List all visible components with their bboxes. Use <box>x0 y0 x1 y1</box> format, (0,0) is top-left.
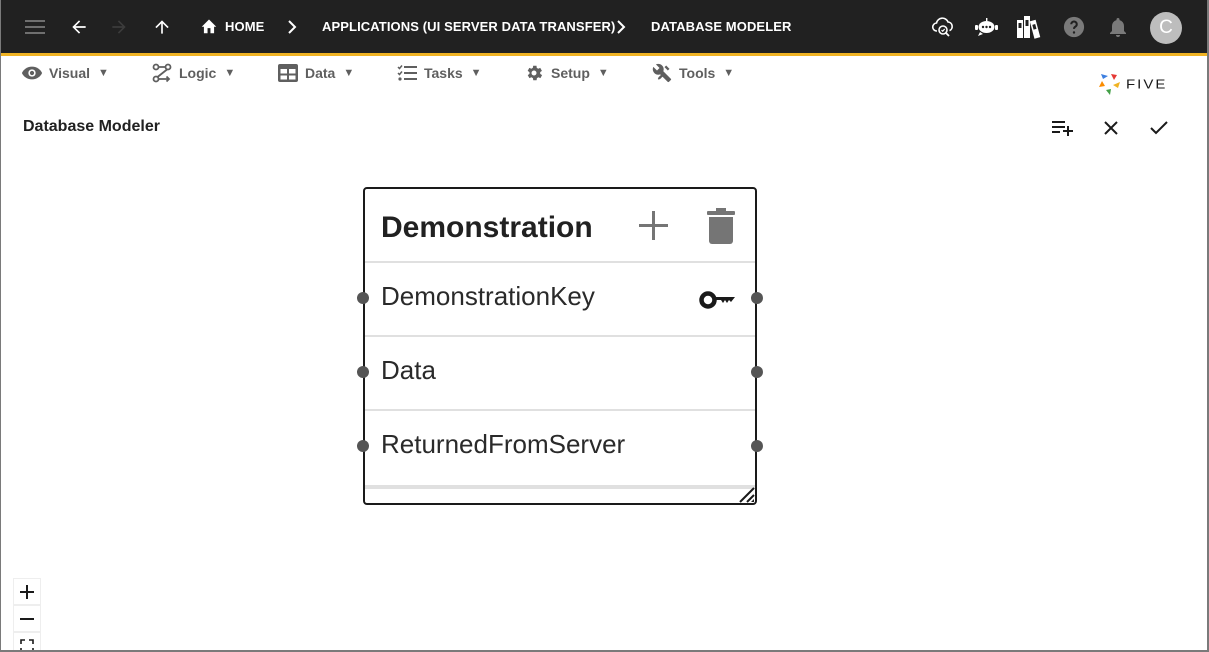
delete-entity-button[interactable] <box>703 207 739 244</box>
breadcrumb-database-modeler[interactable]: DATABASE MODELER <box>651 19 792 34</box>
brand-name: FIVE <box>1126 76 1168 92</box>
chatbot-button[interactable] <box>971 12 1001 42</box>
arrow-right-icon <box>112 20 126 34</box>
field-row[interactable]: DemonstrationKey <box>357 263 763 337</box>
menu-label: Tools <box>679 65 716 81</box>
breadcrumb-separator <box>282 15 302 39</box>
key-icon <box>699 291 735 309</box>
zoom-in-button[interactable] <box>13 578 41 605</box>
field-row[interactable]: ReturnedFromServer <box>357 411 763 485</box>
back-button[interactable] <box>64 12 94 42</box>
fit-view-button[interactable] <box>13 632 41 652</box>
library-button[interactable] <box>1014 12 1044 42</box>
checklist-icon <box>397 65 417 81</box>
caret-down-icon: ▼ <box>597 67 609 79</box>
menu-label: Data <box>305 65 336 81</box>
help-icon <box>1063 16 1085 38</box>
tools-icon <box>652 63 672 83</box>
caret-down-icon: ▼ <box>723 67 735 79</box>
five-logo-icon <box>1099 74 1120 95</box>
page-title: Database Modeler <box>23 118 160 135</box>
user-avatar[interactable]: C <box>1150 12 1182 44</box>
menu-label: Tasks <box>424 65 463 81</box>
add-entity-icon <box>1052 121 1073 136</box>
cloud-search-button[interactable] <box>928 12 958 42</box>
menu-visual[interactable]: Visual ▼ <box>21 62 109 84</box>
caret-down-icon: ▼ <box>470 67 482 79</box>
cloud-search-icon <box>931 17 953 37</box>
library-books-icon <box>1017 16 1041 39</box>
arrow-up-icon <box>155 20 169 34</box>
menu-label: Setup <box>551 65 590 81</box>
menu-tools[interactable]: Tools ▼ <box>651 62 734 84</box>
check-icon <box>1150 121 1168 135</box>
home-icon <box>201 19 217 34</box>
field-list-end-divider <box>365 485 755 489</box>
connector-handle-right[interactable] <box>751 440 763 452</box>
cancel-button[interactable] <box>1097 114 1125 142</box>
zoom-out-button[interactable] <box>13 605 41 632</box>
window-border-left <box>0 0 1 652</box>
up-button[interactable] <box>147 12 177 42</box>
menu-label: Logic <box>179 65 217 81</box>
resize-handle-icon[interactable] <box>737 485 755 503</box>
close-icon <box>1104 121 1118 135</box>
connector-handle-right[interactable] <box>751 366 763 378</box>
menu-label: Visual <box>49 65 90 81</box>
chevron-right-icon <box>288 20 297 34</box>
logic-flow-icon <box>152 63 172 83</box>
gear-icon <box>527 65 543 81</box>
minus-icon <box>20 617 34 620</box>
field-row[interactable]: Data <box>357 337 763 411</box>
entity-name: Demonstration <box>381 211 593 244</box>
menu-tasks[interactable]: Tasks ▼ <box>396 62 482 84</box>
breadcrumb-applications[interactable]: APPLICATIONS (UI SERVER DATA TRANSFER) <box>322 19 615 34</box>
trash-icon <box>707 208 735 244</box>
app-bar: HOME APPLICATIONS (UI SERVER DATA TRANSF… <box>0 0 1209 53</box>
breadcrumb-home[interactable]: HOME <box>200 18 264 34</box>
caret-down-icon: ▼ <box>98 67 109 79</box>
save-button[interactable] <box>1145 114 1173 142</box>
entity-header: Demonstration <box>365 189 755 263</box>
field-name: ReturnedFromServer <box>381 429 626 459</box>
connector-handle-left[interactable] <box>357 366 369 378</box>
field-name: Data <box>381 355 436 385</box>
notifications-button[interactable] <box>1103 12 1133 42</box>
menu-logic[interactable]: Logic ▼ <box>151 62 235 84</box>
field-name: DemonstrationKey <box>381 281 595 311</box>
breadcrumb-label: HOME <box>225 18 265 34</box>
hamburger-menu-button[interactable] <box>20 12 50 42</box>
plus-icon <box>639 211 668 240</box>
add-field-button[interactable] <box>635 207 671 243</box>
connector-handle-left[interactable] <box>357 440 369 452</box>
eye-icon <box>21 66 43 80</box>
menu-bar: Visual ▼ Logic ▼ Data ▼ Tasks ▼ Setup ▼ … <box>0 56 1209 90</box>
arrow-left-icon <box>72 20 86 34</box>
bell-icon <box>1110 18 1126 37</box>
add-entity-button[interactable] <box>1049 114 1077 142</box>
zoom-controls <box>13 578 41 652</box>
hamburger-icon <box>25 20 45 34</box>
five-logo: FIVE <box>1098 72 1167 96</box>
menu-setup[interactable]: Setup ▼ <box>523 62 609 84</box>
entity-card[interactable]: Demonstration DemonstrationKey Data Retu… <box>357 187 763 505</box>
caret-down-icon: ▼ <box>343 67 355 79</box>
plus-icon <box>20 584 34 599</box>
table-icon <box>278 64 298 82</box>
breadcrumb-separator <box>611 15 631 39</box>
chatbot-icon <box>975 18 998 36</box>
chevron-right-icon <box>617 20 626 34</box>
forward-button[interactable] <box>104 12 134 42</box>
menu-data[interactable]: Data ▼ <box>277 62 354 84</box>
connector-handle-left[interactable] <box>357 292 369 304</box>
help-button[interactable] <box>1059 12 1089 42</box>
caret-down-icon: ▼ <box>224 67 236 79</box>
connector-handle-right[interactable] <box>751 292 763 304</box>
